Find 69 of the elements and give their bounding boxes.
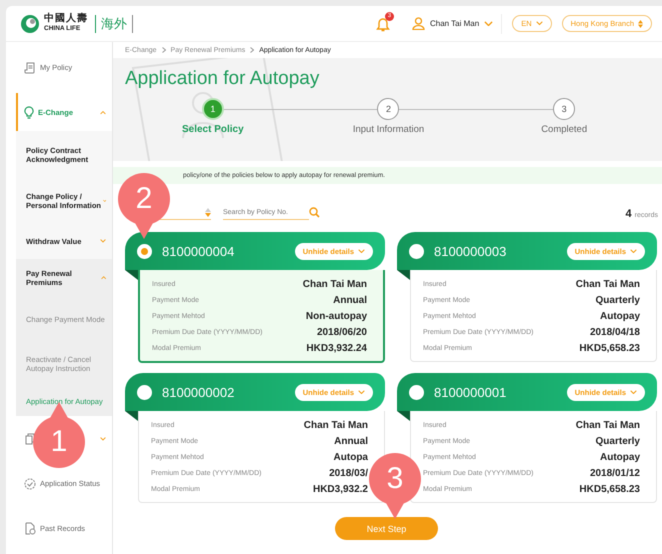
chevron-down-icon	[630, 248, 637, 254]
radio-button[interactable]	[137, 244, 152, 258]
lightbulb-icon	[24, 106, 34, 118]
field-value: Autopay	[600, 311, 640, 322]
chevron-down-icon	[358, 390, 365, 394]
chevron-down-icon	[100, 437, 106, 441]
chevron-right-icon	[162, 47, 166, 53]
policy-number: 8100000001	[434, 384, 508, 400]
field-value: 2018/01/12	[590, 468, 640, 479]
logo-icon	[20, 14, 40, 34]
chevron-up-icon	[100, 110, 106, 114]
field-value: 2018/04/18	[590, 327, 640, 338]
clock-check-icon	[24, 478, 36, 490]
field-value: 2018/03/	[329, 468, 368, 479]
field-value: Autopa	[334, 452, 368, 463]
sort-icon	[205, 208, 211, 216]
search-icon	[309, 207, 320, 218]
policy-number: 8100000003	[434, 244, 508, 258]
step-number: 2	[377, 98, 400, 120]
file-clock-icon	[24, 522, 36, 535]
records-count: 4	[626, 208, 632, 220]
chevron-down-icon	[102, 199, 106, 203]
policy-number: 8100000004	[162, 244, 236, 258]
document-icon	[24, 432, 36, 444]
field-value: Autopay	[600, 452, 640, 463]
chevron-right-icon	[250, 47, 254, 53]
radio-button[interactable]	[409, 244, 424, 258]
step-number: 1	[202, 98, 224, 120]
number-tooltip: 3	[369, 453, 421, 519]
chevron-up-icon	[100, 276, 106, 280]
scroll-icon	[24, 62, 36, 74]
ribbon-fold-icon	[397, 411, 410, 421]
field-value: Chan Tai Man	[576, 420, 640, 431]
user-menu-button[interactable]: Chan Tai Man	[412, 14, 502, 34]
sort-icon	[638, 20, 643, 28]
step-label: Select Policy	[182, 124, 244, 135]
ribbon-fold-icon	[125, 270, 138, 280]
chevron-down-icon	[484, 20, 494, 26]
ribbon-fold-icon	[397, 270, 410, 280]
field-value: Quarterly	[596, 295, 640, 306]
field-value: Quarterly	[596, 436, 640, 447]
bell-icon[interactable]	[376, 16, 390, 32]
logo-chinese-text: 中國人壽	[44, 14, 88, 24]
field-value: 2018/06/20	[316, 327, 367, 338]
field-value: Chan Tai Man	[304, 420, 368, 431]
ribbon-fold-icon	[125, 411, 138, 421]
step-label: Input Information	[352, 124, 424, 135]
user-icon	[412, 17, 425, 30]
field-value: HKD5,658.23	[579, 343, 640, 354]
chevron-down-icon	[630, 390, 637, 394]
field-value: Chan Tai Man	[576, 279, 640, 290]
policy-number: 8100000002	[162, 384, 236, 400]
step-number: 3	[553, 98, 576, 120]
radio-button[interactable]	[137, 384, 152, 400]
field-value: Non-autopay	[306, 311, 367, 322]
logo-tag: 海外	[95, 14, 133, 32]
next-step-button[interactable]: Next Step	[335, 517, 438, 540]
field-value: Annual	[333, 295, 367, 306]
radio-button[interactable]	[409, 384, 424, 400]
chevron-down-icon	[358, 248, 365, 254]
page-title: Application for Autopay	[125, 68, 320, 90]
field-value: HKD5,658.23	[579, 484, 640, 495]
field-value: HKD3,932.2	[312, 484, 368, 495]
chevron-down-icon	[100, 239, 106, 243]
step-label: Completed	[541, 124, 588, 135]
field-value: Annual	[334, 436, 368, 447]
field-value: HKD3,932.24	[306, 343, 367, 354]
field-value: Chan Tai Man	[302, 279, 367, 290]
chevron-down-icon	[536, 21, 543, 26]
